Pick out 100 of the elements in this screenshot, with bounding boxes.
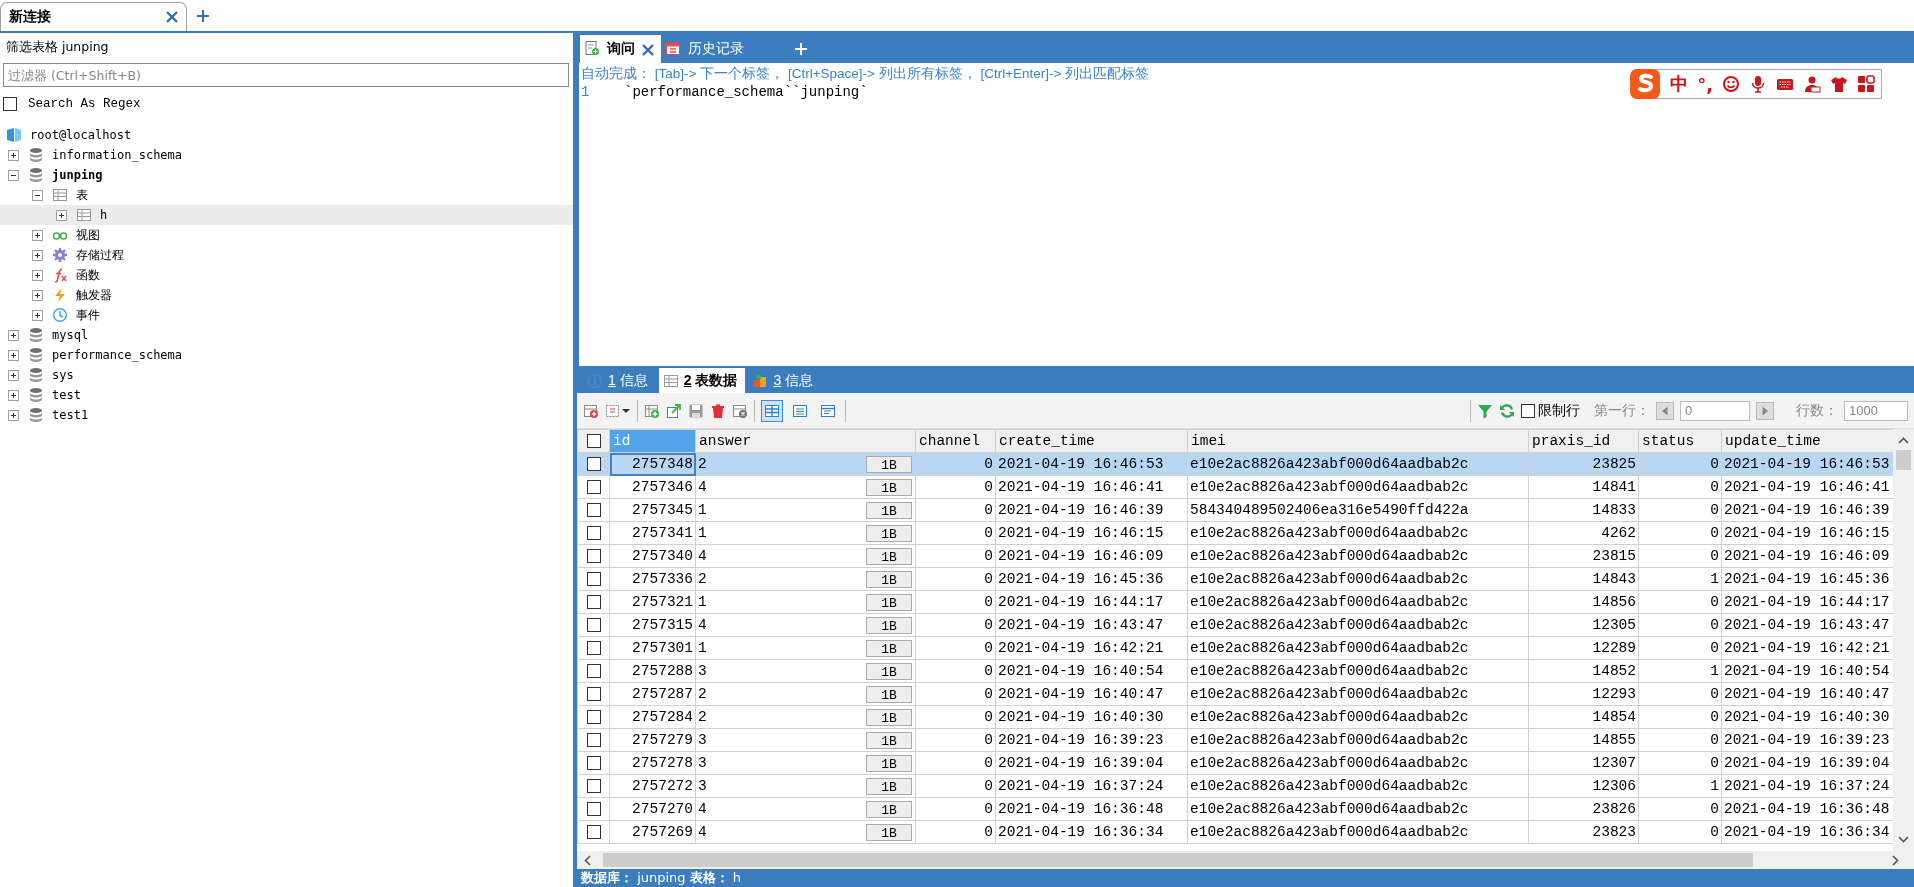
table-row[interactable]: 2757279 3 1B 0 2021-04-19 16:39:23 e10e2ac8826a423abf000d64aadbab2c 14855 0 2021-04-19 16:39:23 <box>577 728 1893 752</box>
table-row[interactable]: 2757345 1 1B 0 2021-04-19 16:46:39 584340489502406ea316e5490ffd422a 14833 0 2021-04-19 16:46:39 <box>577 498 1893 522</box>
table-row[interactable]: 2757288 3 1B 0 2021-04-19 16:40:54 e10e2ac8826a423abf000d64aadbab2c 14852 1 2021-04-19 16:40:54 <box>577 659 1893 683</box>
table-row[interactable]: 2757284 2 1B 0 2021-04-19 16:40:30 e10e2ac8826a423abf000d64aadbab2c 14854 0 2021-04-19 16:40:30 <box>577 705 1893 729</box>
close-icon[interactable] <box>164 9 180 25</box>
tree-item[interactable]: test1 <box>52 408 89 422</box>
grid-icon[interactable] <box>1857 75 1875 93</box>
expand-icon[interactable] <box>32 309 43 321</box>
tree-item[interactable]: root@localhost <box>30 128 132 142</box>
collapse-icon[interactable] <box>8 169 19 181</box>
blob-size-button[interactable]: 1B <box>866 478 912 496</box>
table-row[interactable]: 2757348 2 1B 0 2021-04-19 16:46:53 e10e2ac8826a423abf000d64aadbab2c 23825 0 2021-04-19 16:46:53 <box>577 452 1893 476</box>
expand-icon[interactable] <box>56 209 67 221</box>
checkbox[interactable] <box>3 97 17 111</box>
blob-size-button[interactable]: 1B <box>866 616 912 634</box>
input-mode[interactable]: 中 <box>1670 72 1689 96</box>
blob-size-button[interactable]: 1B <box>866 731 912 749</box>
tree-item[interactable]: 事件 <box>76 306 100 324</box>
blob-size-button[interactable]: 1B <box>866 754 912 772</box>
row-checkbox[interactable] <box>586 779 601 794</box>
row-checkbox[interactable] <box>586 595 601 610</box>
table-row[interactable]: 2757272 3 1B 0 2021-04-19 16:37:24 e10e2ac8826a423abf000d64aadbab2c 12306 1 2021-04-19 16:37:24 <box>577 774 1893 798</box>
refresh-icon[interactable] <box>1499 402 1515 419</box>
delete-icon[interactable] <box>710 402 726 419</box>
tree-item[interactable]: 函数 <box>76 266 100 284</box>
table-row[interactable]: 2757321 1 1B 0 2021-04-19 16:44:17 e10e2ac8826a423abf000d64aadbab2c 14856 0 2021-04-19 16:44:17 <box>577 590 1893 614</box>
app-logo-icon[interactable] <box>1628 67 1663 101</box>
tree-item[interactable]: 表 <box>76 186 88 204</box>
blob-size-button[interactable]: 1B <box>866 570 912 588</box>
blob-size-button[interactable]: 1B <box>866 823 912 841</box>
row-checkbox[interactable] <box>586 756 601 771</box>
column-header[interactable]: create_time <box>995 429 1188 453</box>
blob-size-button[interactable]: 1B <box>866 501 912 519</box>
next-page-button[interactable] <box>1756 401 1774 420</box>
expand-icon[interactable] <box>32 289 43 301</box>
add-row-icon[interactable] <box>583 402 599 419</box>
connection-tab[interactable]: 新连接 <box>0 2 187 31</box>
expand-icon[interactable] <box>8 149 19 161</box>
row-checkbox[interactable] <box>586 618 601 633</box>
row-checkbox[interactable] <box>586 572 601 587</box>
scroll-thumb[interactable] <box>1896 450 1911 470</box>
add-table-icon[interactable] <box>644 402 660 419</box>
shirt-icon[interactable] <box>1830 75 1848 93</box>
close-icon[interactable] <box>640 42 654 56</box>
result-tab[interactable]: 2 表数据 <box>658 368 746 393</box>
query-tab[interactable]: 询问 <box>580 35 661 63</box>
tree-item[interactable]: performance_schema <box>52 348 183 362</box>
blob-size-button[interactable]: 1B <box>866 547 912 565</box>
row-checkbox[interactable] <box>586 733 601 748</box>
blob-size-button[interactable]: 1B <box>866 708 912 726</box>
checkbox[interactable] <box>1521 403 1535 418</box>
row-checkbox[interactable] <box>586 457 601 472</box>
horizontal-scrollbar[interactable] <box>577 851 1914 869</box>
tree-item[interactable]: sys <box>52 368 74 382</box>
select-all-checkbox[interactable] <box>586 434 601 449</box>
blob-size-button[interactable]: 1B <box>866 593 912 611</box>
table-row[interactable]: 2757341 1 1B 0 2021-04-19 16:46:15 e10e2ac8826a423abf000d64aadbab2c 4262 0 2021-04-19 16:46:15 <box>577 521 1893 545</box>
view-mode-button[interactable] <box>761 399 783 422</box>
row-checkbox[interactable] <box>586 549 601 564</box>
expand-icon[interactable] <box>8 369 19 381</box>
tree-item[interactable]: information_schema <box>52 148 183 162</box>
previous-page-button[interactable] <box>1656 401 1674 420</box>
grid-menu-icon[interactable] <box>605 402 631 419</box>
table-row[interactable]: 2757336 2 1B 0 2021-04-19 16:45:36 e10e2ac8826a423abf000d64aadbab2c 14843 1 2021-04-19 16:45:36 <box>577 567 1893 591</box>
scroll-thumb[interactable] <box>603 853 1753 867</box>
table-row[interactable]: 2757315 4 1B 0 2021-04-19 16:43:47 e10e2ac8826a423abf000d64aadbab2c 12305 0 2021-04-19 16:43:47 <box>577 613 1893 637</box>
expand-icon[interactable] <box>32 229 43 241</box>
column-header[interactable]: status <box>1638 429 1722 453</box>
tree-item[interactable]: h <box>100 208 108 222</box>
first-row-field[interactable]: 0 <box>1680 400 1750 421</box>
punctuation-mode[interactable]: °, <box>1697 73 1713 95</box>
collapse-icon[interactable] <box>32 189 43 201</box>
row-checkbox[interactable] <box>586 526 601 541</box>
expand-icon[interactable] <box>8 329 19 341</box>
column-header[interactable]: imei <box>1187 429 1529 453</box>
column-header[interactable]: praxis_id <box>1528 429 1639 453</box>
tree-item[interactable]: 视图 <box>76 226 100 244</box>
person-icon[interactable] <box>1803 75 1821 93</box>
row-checkbox[interactable] <box>586 641 601 656</box>
tree-item[interactable]: junping <box>52 168 103 182</box>
blob-size-button[interactable]: 1B <box>866 455 912 473</box>
tree-item[interactable]: 触发器 <box>76 286 112 304</box>
table-row[interactable]: 2757269 4 1B 0 2021-04-19 16:36:34 e10e2ac8826a423abf000d64aadbab2c 23823 0 2021-04-19 16:36:34 <box>577 820 1893 844</box>
blob-size-button[interactable]: 1B <box>866 685 912 703</box>
expand-icon[interactable] <box>32 269 43 281</box>
blob-size-button[interactable]: 1B <box>866 639 912 657</box>
column-header[interactable]: channel <box>915 429 996 453</box>
smiley-icon[interactable] <box>1722 75 1740 93</box>
selected-tree-row[interactable]: h <box>0 205 573 225</box>
expand-icon[interactable] <box>8 409 19 421</box>
table-row[interactable]: 2757346 4 1B 0 2021-04-19 16:46:41 e10e2ac8826a423abf000d64aadbab2c 14841 0 2021-04-19 16:46:41 <box>577 475 1893 499</box>
tree-item[interactable]: mysql <box>52 328 89 342</box>
row-checkbox[interactable] <box>586 480 601 495</box>
scroll-down-icon[interactable] <box>1896 833 1911 845</box>
result-tab[interactable]: 1 信息 <box>583 368 656 393</box>
vertical-scrollbar[interactable] <box>1893 429 1914 851</box>
table-row[interactable]: 2757301 1 1B 0 2021-04-19 16:42:21 e10e2ac8826a423abf000d64aadbab2c 12289 0 2021-04-19 16:42:21 <box>577 636 1893 660</box>
expand-icon[interactable] <box>32 249 43 261</box>
blob-size-button[interactable]: 1B <box>866 524 912 542</box>
row-checkbox[interactable] <box>586 664 601 679</box>
